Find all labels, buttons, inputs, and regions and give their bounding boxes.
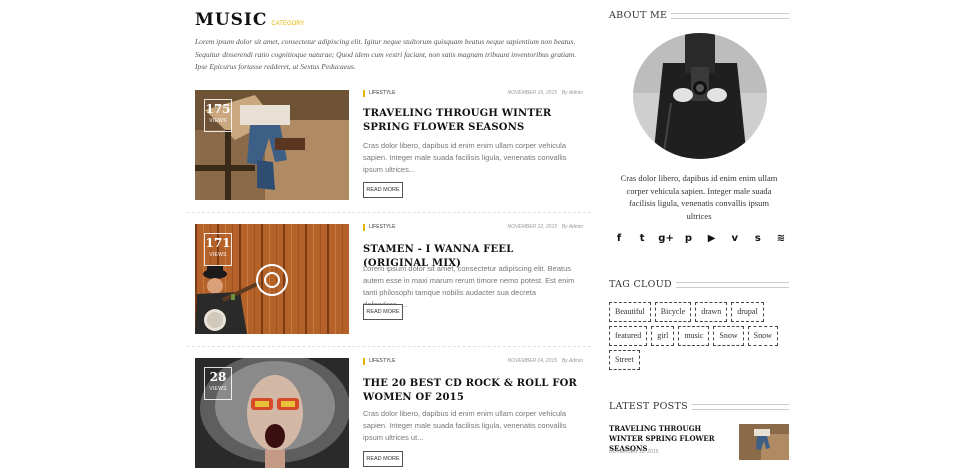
pinterest-icon[interactable]: p [681, 232, 695, 246]
title-rule [665, 13, 789, 19]
latest-posts-title: LATEST POSTS [609, 401, 789, 413]
youtube-icon[interactable]: ▶ [705, 232, 719, 246]
views-label: VIEWS [209, 252, 227, 258]
post-card: 28 VIEWS LIFESTYLE NOVEMBER 04, 2015 By … [195, 358, 590, 470]
title-rule [683, 404, 789, 410]
post-title[interactable]: TRAVELING THROUGH WINTER SPRING FLOWER S… [363, 107, 578, 135]
post-image[interactable]: 175 VIEWS [195, 90, 349, 200]
post-card: 171 VIEWS LIFESTYLE NOVEMBER 12, 2015 By… [195, 224, 590, 336]
title-rule [671, 282, 789, 288]
tag-item[interactable]: Bicycle [654, 302, 692, 322]
rss-icon[interactable]: ≋ [774, 232, 788, 246]
tag-item[interactable]: girl [651, 326, 675, 346]
audio-play-icon[interactable] [256, 264, 288, 296]
latest-post-date: NOVEMBER 16, 2015 [609, 449, 659, 455]
about-text: Cras dolor libero, dapibus id enim enim … [620, 173, 778, 221]
tag-cloud-title: TAG CLOUD [609, 279, 789, 291]
category-header: MUSIC CATEGORY [195, 10, 305, 30]
category-description: Lorem ipsum dolor sit amet, consectetur … [195, 37, 577, 71]
tag-item[interactable]: Street [609, 350, 640, 370]
read-more-button[interactable]: READ MORE [363, 304, 403, 320]
post-tag[interactable]: LIFESTYLE [363, 358, 395, 365]
latest-posts-title-text: LATEST POSTS [609, 401, 692, 412]
post-excerpt: Cras dolor libero, dapibus id enim enim … [363, 141, 567, 174]
post-card: 175 VIEWS LIFESTYLE NOVEMBER 16, 2015 By… [195, 90, 590, 202]
read-more-button[interactable]: READ MORE [363, 451, 403, 467]
about-avatar [633, 33, 767, 159]
tag-cloud: Beautiful Bicycle drawn drupal featured … [609, 302, 789, 370]
post-date: NOVEMBER 04, 2015 [507, 358, 557, 364]
views-count: 171 [205, 236, 231, 250]
views-label: VIEWS [209, 118, 227, 124]
post-author[interactable]: By Admin [562, 90, 583, 97]
tag-item[interactable]: drawn [695, 302, 728, 322]
post-divider [187, 346, 591, 347]
about-widget-title: ABOUT ME [609, 10, 789, 22]
about-title-text: ABOUT ME [609, 10, 672, 21]
photo-jeans-man-thumb [739, 424, 789, 460]
vimeo-icon[interactable]: v [728, 232, 742, 246]
tag-item[interactable]: drupal [731, 302, 764, 322]
post-meta: LIFESTYLE NOVEMBER 04, 2015 By Admin [363, 358, 583, 368]
post-tag[interactable]: LIFESTYLE [363, 224, 395, 231]
latest-post-thumbnail[interactable] [739, 424, 789, 460]
views-count: 28 [209, 370, 227, 384]
facebook-icon[interactable]: f [612, 232, 626, 246]
post-tag[interactable]: LIFESTYLE [363, 90, 395, 97]
post-date: NOVEMBER 16, 2015 [507, 90, 557, 96]
social-links: f t g+ p ▶ v s ≋ [612, 232, 788, 246]
views-badge: 175 VIEWS [204, 99, 232, 132]
post-image[interactable]: 171 VIEWS [195, 224, 349, 334]
views-count: 175 [205, 102, 231, 116]
tag-item[interactable]: music [678, 326, 710, 346]
category-title: MUSIC [195, 10, 268, 30]
post-divider [187, 212, 591, 213]
post-image[interactable]: 28 VIEWS [195, 358, 349, 468]
tag-item[interactable]: Snow [713, 326, 744, 346]
tag-item[interactable]: featured [609, 326, 648, 346]
post-excerpt: Cras dolor libero, dapibus id enim enim … [363, 409, 567, 442]
skype-icon[interactable]: s [751, 232, 765, 246]
tag-item[interactable]: Snow [747, 326, 778, 346]
views-badge: 28 VIEWS [204, 367, 232, 400]
google-plus-icon[interactable]: g+ [658, 232, 674, 246]
views-badge: 171 VIEWS [204, 233, 232, 266]
tag-cloud-title-text: TAG CLOUD [609, 279, 676, 290]
tag-item[interactable]: Beautiful [609, 302, 651, 322]
post-author[interactable]: By Admin [562, 224, 583, 231]
post-meta: LIFESTYLE NOVEMBER 12, 2015 By Admin [363, 224, 583, 234]
read-more-button[interactable]: READ MORE [363, 182, 403, 198]
views-label: VIEWS [209, 386, 227, 392]
category-label: CATEGORY [271, 21, 305, 27]
twitter-icon[interactable]: t [635, 232, 649, 246]
photo-camera-person [633, 33, 767, 159]
post-date: NOVEMBER 12, 2015 [507, 224, 557, 230]
post-meta: LIFESTYLE NOVEMBER 16, 2015 By Admin [363, 90, 583, 100]
post-author[interactable]: By Admin [562, 358, 583, 365]
post-title[interactable]: THE 20 BEST CD ROCK & ROLL FOR WOMEN OF … [363, 377, 578, 405]
